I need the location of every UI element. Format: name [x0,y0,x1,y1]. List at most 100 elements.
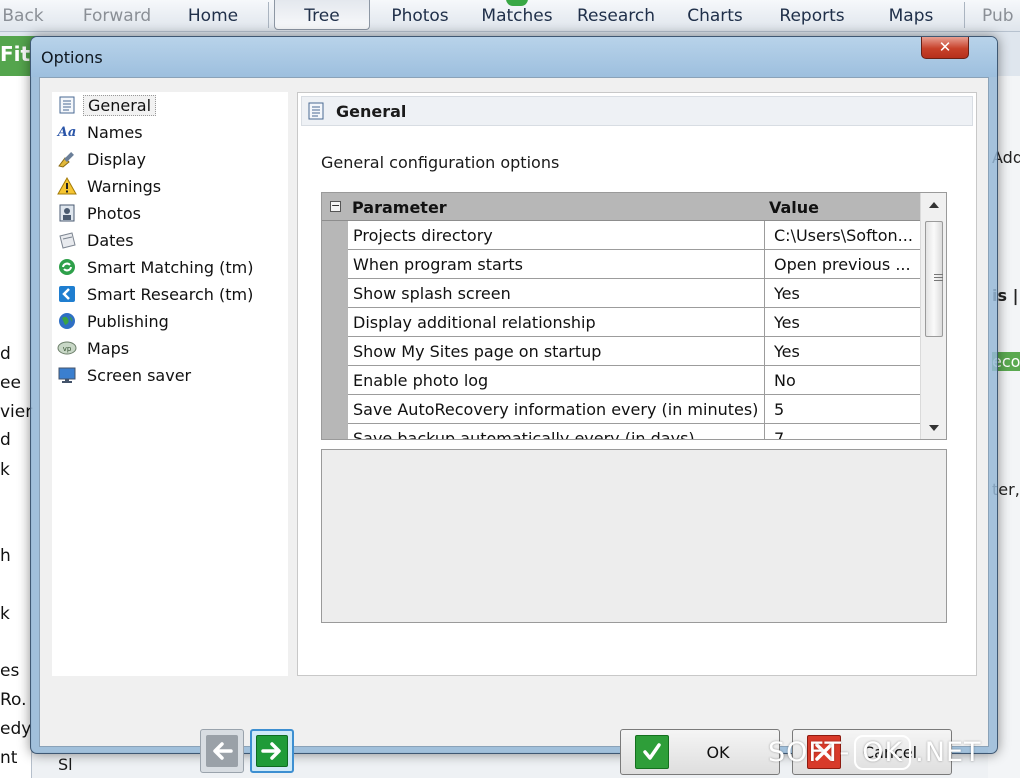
toolbar-back-button[interactable]: Back [0,0,46,30]
toolbar-photos-button[interactable]: Photos [384,0,456,30]
grid-row[interactable]: Projects directory C:\Users\Softon... [348,221,920,250]
nav-item-label: Photos [87,203,141,223]
app-fragment: h [0,546,11,566]
nav-item-photos[interactable]: Photos [56,201,145,225]
toolbar-separator [964,2,965,28]
app-fragment: es [0,661,20,681]
options-nav: General Aa Names Display Warnings Photos… [52,92,288,676]
grid-scrollbar[interactable] [920,193,946,439]
app-left-panel: d ee vier d k h k es Ro. edy nt [0,76,32,778]
row-parameter: Projects directory [353,226,493,245]
app-toolbar: Back Forward Home Tree Photos Matches Re… [0,0,1020,32]
arrow-right-icon [256,735,288,767]
row-value[interactable]: 7 [764,424,920,439]
general-panel: General General configuration options − … [297,92,977,676]
calendar-icon [56,230,78,250]
toolbar-home-button[interactable]: Home [180,0,246,30]
row-value[interactable]: Yes [764,337,920,365]
watermark-boxed: OK [854,734,912,770]
watermark-left: SOFT- [768,736,851,768]
app-fragment: k [0,604,10,624]
nav-item-label: Names [87,122,143,142]
nav-item-warnings[interactable]: Warnings [56,174,165,198]
grid-row[interactable]: Enable photo log No [348,366,920,395]
nav-item-label: Display [87,149,146,169]
grid-row[interactable]: Display additional relationship Yes [348,308,920,337]
brush-icon [56,149,78,169]
scroll-up-icon[interactable] [929,202,939,208]
close-button[interactable]: ✕ [921,37,969,59]
nav-item-names[interactable]: Aa Names [56,120,147,144]
row-parameter: Display additional relationship [353,313,596,332]
svg-text:vp: vp [63,345,72,353]
nav-item-display[interactable]: Display [56,147,150,171]
row-value[interactable]: Open previous ... [764,250,920,278]
nav-item-label: General [83,94,157,116]
grip-line [934,280,943,281]
options-dialog: Options ✕ General Aa Names Display Warni… [30,36,998,775]
app-fragment: ee [0,373,21,393]
toolbar-publish-button[interactable]: Pub [982,0,1020,30]
grip-line [934,274,943,275]
row-parameter: When program starts [353,255,524,274]
property-grid: − Parameter Value Projects directory C:\… [321,192,947,440]
nav-item-smart-matching[interactable]: Smart Matching (tm) [56,255,257,279]
toolbar-reports-button[interactable]: Reports [772,0,852,30]
grip-line [934,277,943,278]
toolbar-maps-button[interactable]: Maps [880,0,942,30]
grid-gutter [322,221,348,439]
document-icon [56,95,78,115]
monitor-icon [56,365,78,385]
row-value[interactable]: C:\Users\Softon... [764,221,920,249]
document-icon [308,102,326,120]
column-header-parameter: Parameter [352,198,447,217]
grid-row[interactable]: Save backup automatically every (in days… [348,424,920,439]
toolbar-research-button[interactable]: Research [568,0,664,30]
row-value[interactable]: No [764,366,920,394]
nav-item-general[interactable]: General [56,93,157,117]
scroll-down-icon[interactable] [929,425,939,431]
row-value[interactable]: Yes [764,308,920,336]
nav-item-label: Warnings [87,176,162,196]
next-page-button[interactable] [250,729,294,773]
app-fragment: vier [0,402,33,422]
row-parameter: Save AutoRecovery information every (in … [353,400,759,419]
watermark: SOFT- OK .NET [768,730,982,774]
smart-matching-icon [56,257,78,277]
nav-item-dates[interactable]: Dates [56,228,138,252]
dialog-titlebar[interactable]: Options ✕ [31,37,997,77]
close-icon: ✕ [938,38,952,56]
row-value[interactable]: Yes [764,279,920,307]
nav-item-smart-research[interactable]: Smart Research (tm) [56,282,257,306]
app-fragment: Sl [58,755,73,774]
column-header-value: Value [769,198,820,217]
toolbar-tree-button[interactable]: Tree [274,0,370,30]
toolbar-forward-button[interactable]: Forward [72,0,162,30]
toolbar-charts-button[interactable]: Charts [680,0,750,30]
panel-description: General configuration options [321,153,560,172]
nav-item-publishing[interactable]: Publishing [56,309,173,333]
nav-item-label: Smart Research (tm) [87,284,254,304]
grid-row[interactable]: When program starts Open previous ... [348,250,920,279]
dialog-title: Options [41,48,103,67]
previous-page-button[interactable] [200,729,244,773]
warning-icon [56,176,78,196]
toolbar-matches-button[interactable]: Matches [474,0,560,30]
collapse-toggle[interactable]: − [330,200,341,212]
smart-research-icon [56,284,78,304]
row-value[interactable]: 5 [764,395,920,423]
grid-row[interactable]: Show splash screen Yes [348,279,920,308]
app-fragment: nt [0,748,18,768]
parameter-description-box [321,449,947,623]
nav-item-maps[interactable]: vp Maps [56,336,133,360]
row-parameter: Show My Sites page on startup [353,342,602,361]
grid-row[interactable]: Save AutoRecovery information every (in … [348,395,920,424]
nav-item-label: Publishing [87,311,169,331]
grid-header: − Parameter Value [322,193,920,221]
ok-button[interactable]: OK [620,729,780,775]
nav-item-screen-saver[interactable]: Screen saver [56,363,195,387]
grid-row[interactable]: Show My Sites page on startup Yes [348,337,920,366]
nav-item-label: Dates [87,230,134,250]
scroll-thumb[interactable] [925,221,943,337]
nav-item-label: Smart Matching (tm) [87,257,254,277]
